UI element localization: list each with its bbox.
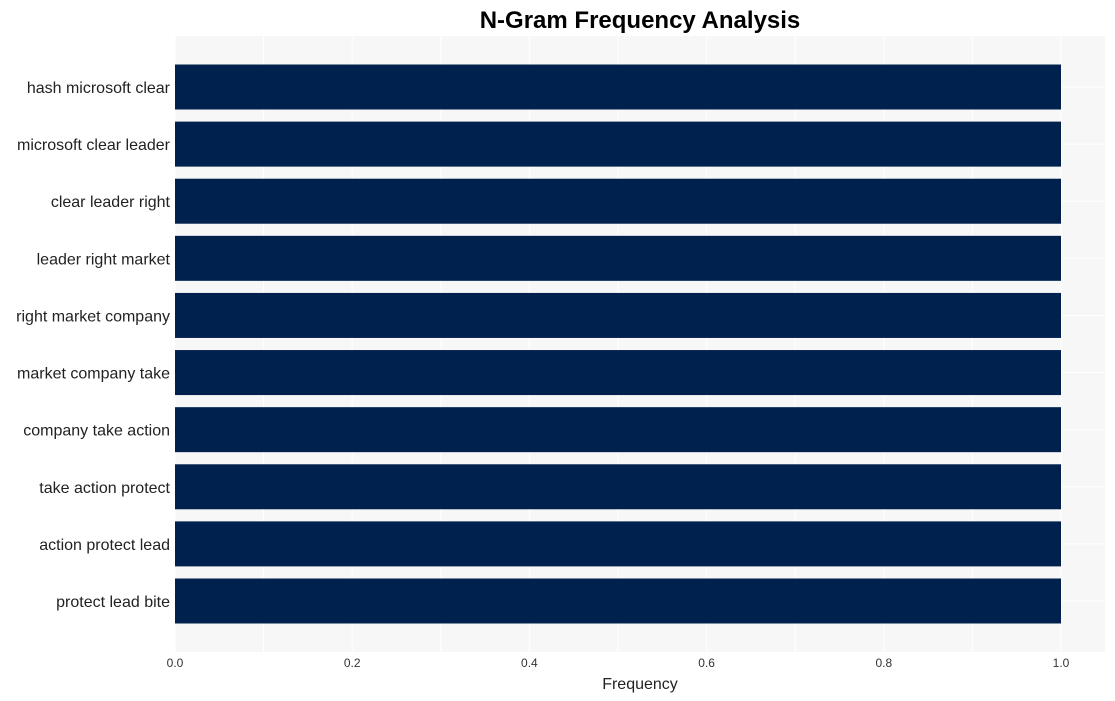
x-axis-label: Frequency [602, 676, 678, 693]
chart-title: N-Gram Frequency Analysis [480, 7, 801, 34]
bar-protect-lead-bite [175, 578, 1061, 624]
bar-leader-right-market [175, 235, 1061, 281]
x-tick-label: 0.2 [344, 656, 361, 670]
x-tick-label: 0.6 [698, 656, 715, 670]
y-tick-label: clear leader right [51, 194, 171, 211]
bar-market-company-take [175, 350, 1061, 396]
y-tick-label: leader right market [37, 251, 171, 268]
bar-company-take-action [175, 407, 1061, 453]
y-tick-label: hash microsoft clear [27, 80, 171, 97]
x-tick-label: 0.8 [875, 656, 892, 670]
y-axis-labels: hash microsoft clear microsoft clear lead… [16, 80, 171, 611]
y-tick-label: market company take [17, 366, 170, 383]
bar-clear-leader-right [175, 178, 1061, 224]
x-axis-ticks: 0.0 0.2 0.4 0.6 0.8 1.0 [167, 656, 1070, 670]
x-tick-label: 1.0 [1053, 656, 1070, 670]
y-tick-label: protect lead bite [56, 594, 170, 611]
ngram-bar-chart: N-Gram Frequency Analysis hash microsoft… [16, 7, 1105, 693]
y-tick-label: action protect lead [39, 537, 170, 554]
y-tick-label: right market company [16, 308, 170, 325]
x-tick-label: 0.4 [521, 656, 538, 670]
y-tick-label: take action protect [39, 480, 170, 497]
bar-hash-microsoft-clear [175, 64, 1061, 110]
bar-microsoft-clear-leader [175, 121, 1061, 167]
y-tick-label: company take action [23, 423, 170, 440]
bar-take-action-protect [175, 464, 1061, 510]
bar-right-market-company [175, 292, 1061, 338]
y-tick-label: microsoft clear leader [17, 137, 171, 154]
x-tick-label: 0.0 [167, 656, 184, 670]
bar-action-protect-lead [175, 521, 1061, 567]
